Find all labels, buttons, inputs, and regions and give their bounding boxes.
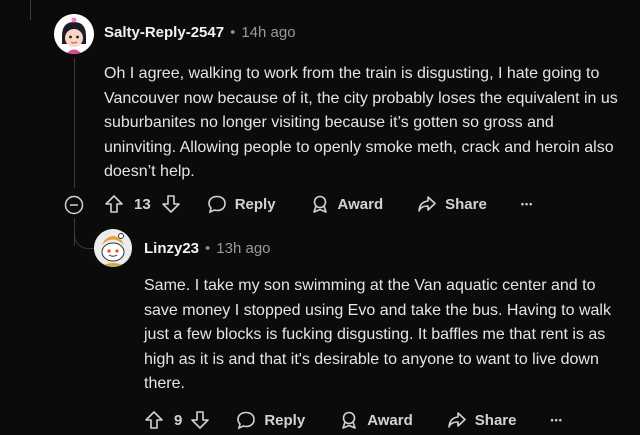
- username[interactable]: Linzy23: [144, 240, 199, 257]
- reply-button[interactable]: Reply: [236, 410, 305, 430]
- more-icon[interactable]: •••: [521, 199, 533, 209]
- avatar[interactable]: [54, 14, 94, 54]
- upvote-icon: [105, 195, 123, 213]
- thread-line: [74, 58, 75, 188]
- username[interactable]: Salty-Reply-2547: [104, 24, 224, 41]
- upvote-button[interactable]: [104, 194, 124, 214]
- thread-connector: [74, 218, 95, 249]
- separator-dot: •: [230, 24, 236, 41]
- award-icon: [312, 195, 327, 213]
- avatar[interactable]: [94, 229, 132, 267]
- share-icon: [447, 412, 466, 428]
- upvote-icon: [145, 411, 163, 429]
- reply-label: Reply: [234, 195, 276, 213]
- downvote-button[interactable]: [161, 194, 181, 214]
- reply-icon: [237, 411, 256, 430]
- downvote-icon: [191, 411, 210, 429]
- award-button[interactable]: Award: [339, 410, 413, 430]
- parent-thread-line: [30, 0, 31, 20]
- comment-body: Same. I take my son swimming at the Van …: [144, 277, 611, 392]
- timestamp[interactable]: 13h ago: [216, 240, 270, 257]
- share-label: Share: [474, 411, 517, 429]
- downvote-button[interactable]: [190, 410, 210, 430]
- separator-dot: •: [205, 240, 211, 257]
- reply-label: Reply: [264, 411, 306, 429]
- vote-count: 9: [174, 411, 183, 429]
- comment-meta: Salty-Reply-2547 • 14h ago: [104, 24, 296, 41]
- reply-button[interactable]: Reply: [207, 194, 276, 214]
- more-icon[interactable]: •••: [550, 415, 562, 425]
- share-label: Share: [445, 195, 487, 213]
- comment-body: Oh I agree, walking to work from the tra…: [104, 65, 618, 180]
- share-button[interactable]: Share: [417, 194, 487, 214]
- reply-icon: [207, 195, 226, 214]
- collapse-icon[interactable]: [64, 195, 84, 220]
- comment-actions: 9 Reply Award Share •••: [144, 410, 563, 430]
- downvote-icon: [161, 195, 180, 213]
- comment-actions: 13 Reply Award Share •••: [104, 194, 533, 214]
- comment-meta: Linzy23 • 13h ago: [144, 240, 271, 257]
- award-icon: [342, 411, 357, 429]
- award-label: Award: [337, 195, 384, 213]
- vote-count: 13: [134, 195, 151, 213]
- award-button[interactable]: Award: [310, 194, 384, 214]
- share-button[interactable]: Share: [447, 410, 517, 430]
- share-icon: [418, 196, 436, 212]
- award-label: Award: [367, 411, 413, 429]
- timestamp[interactable]: 14h ago: [241, 24, 295, 41]
- upvote-button[interactable]: [144, 410, 164, 430]
